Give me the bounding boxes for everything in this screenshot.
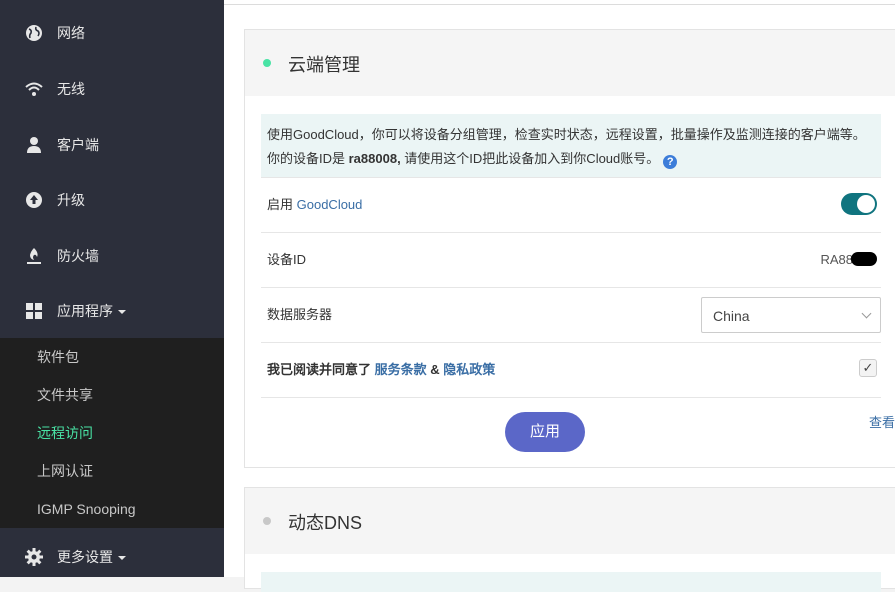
sidebar-item-label: 升级 (57, 192, 85, 208)
enable-goodcloud-row: 启用 GoodCloud (261, 177, 881, 233)
enable-text: 启用 (267, 197, 297, 212)
data-server-select[interactable]: China (701, 297, 881, 333)
main-content: 云端管理 使用GoodCloud，你可以将设备分组管理，检查实时状态，远程设置，… (224, 0, 895, 592)
submenu-item-igmp-snooping[interactable]: IGMP Snooping (37, 490, 136, 528)
status-dot-icon (263, 517, 271, 525)
cloud-management-card: 云端管理 使用GoodCloud，你可以将设备分组管理，检查实时状态，远程设置，… (244, 29, 895, 468)
info-box: 使用GoodCloud，你可以将设备分组管理，检查实时状态，远程设置，批量操作及… (261, 114, 881, 178)
wifi-icon (25, 82, 43, 96)
card-header: 云端管理 (245, 30, 895, 96)
applications-submenu: 软件包 文件共享 远程访问 上网认证 IGMP Snooping (0, 338, 224, 528)
submenu-item-packages[interactable]: 软件包 (37, 338, 79, 376)
redaction-mask (851, 252, 877, 266)
chevron-down-icon (861, 308, 872, 319)
sidebar-item-firewall[interactable]: 防火墙 (0, 228, 224, 284)
card-header: 动态DNS (245, 488, 895, 554)
status-dot-icon (263, 59, 271, 67)
privacy-link[interactable]: 隐私政策 (443, 362, 495, 377)
globe-icon (26, 25, 42, 41)
sidebar-item-label: 更多设置 (57, 549, 113, 565)
sidebar-item-label: 客户端 (57, 137, 99, 153)
goodcloud-link[interactable]: GoodCloud (297, 197, 363, 212)
sidebar-item-label: 应用程序 (57, 303, 113, 319)
top-divider (224, 0, 895, 5)
data-server-value: China (713, 308, 750, 324)
data-server-label: 数据服务器 (267, 307, 333, 322)
chevron-down-icon (118, 556, 126, 561)
help-icon[interactable]: ? (663, 155, 678, 169)
user-icon (27, 137, 41, 153)
gear-icon (25, 548, 43, 566)
ddns-card: 动态DNS (244, 487, 895, 592)
submenu-item-file-sharing[interactable]: 文件共享 (37, 376, 93, 414)
enable-label: 启用 GoodCloud (267, 178, 362, 232)
sidebar-item-network[interactable]: 网络 (0, 5, 224, 61)
data-server-row: 数据服务器 China (261, 287, 881, 343)
info-line-1: 使用GoodCloud，你可以将设备分组管理，检查实时状态，远程设置，批量操作及… (267, 127, 866, 142)
row-divider (261, 397, 881, 399)
device-id-inline: ra88008, (348, 151, 401, 166)
sidebar: 网络 无线 客户端 升级 防火墙 应用程序 软件包 文件共享 远程访问 上网认证… (0, 0, 224, 577)
terms-link[interactable]: 服务条款 (375, 362, 427, 377)
device-id-row: 设备ID RA88 (261, 232, 881, 288)
submenu-item-portal-auth[interactable]: 上网认证 (37, 452, 93, 490)
sidebar-item-applications[interactable]: 应用程序 (0, 283, 224, 339)
device-id-value: RA88 (820, 233, 877, 287)
device-id-label: 设备ID (267, 252, 307, 267)
chevron-down-icon (118, 310, 126, 315)
grid-icon (26, 303, 42, 319)
enable-goodcloud-toggle[interactable] (841, 193, 877, 215)
apply-button[interactable]: 应用 (505, 412, 585, 452)
sidebar-item-label: 网络 (57, 25, 85, 41)
sidebar-item-wireless[interactable]: 无线 (0, 61, 224, 117)
sidebar-item-label: 无线 (57, 81, 85, 97)
view-log-link[interactable]: 查看日志 (869, 412, 895, 431)
agreement-checkbox[interactable]: ✓ (859, 359, 877, 377)
agreement-row: 我已阅读并同意了 服务条款 & 隐私政策 ✓ (261, 342, 881, 398)
agreement-text: & (426, 362, 444, 377)
info-line-2: 你的设备ID是 ra88008, 请使用这个ID把此设备加入到你Cloud账号。… (267, 147, 875, 171)
agreement-text: 我已阅读并同意了 (267, 362, 375, 377)
sidebar-item-clients[interactable]: 客户端 (0, 117, 224, 173)
sidebar-item-upgrade[interactable]: 升级 (0, 172, 224, 228)
agreement-label: 我已阅读并同意了 服务条款 & 隐私政策 (267, 343, 495, 397)
submenu-item-remote-access[interactable]: 远程访问 (37, 414, 93, 452)
card-title: 云端管理 (288, 55, 360, 75)
sidebar-item-label: 防火墙 (57, 248, 99, 264)
toggle-knob (857, 195, 875, 213)
info-text: 请使用这个ID把此设备加入到你Cloud账号。 (400, 151, 660, 166)
info-box (261, 572, 881, 592)
upload-icon (26, 192, 42, 208)
info-text: 你的设备ID是 (267, 151, 349, 166)
card-title: 动态DNS (288, 513, 363, 533)
device-id-text: RA88 (820, 252, 853, 267)
fire-icon (27, 248, 41, 264)
check-icon: ✓ (862, 360, 874, 375)
